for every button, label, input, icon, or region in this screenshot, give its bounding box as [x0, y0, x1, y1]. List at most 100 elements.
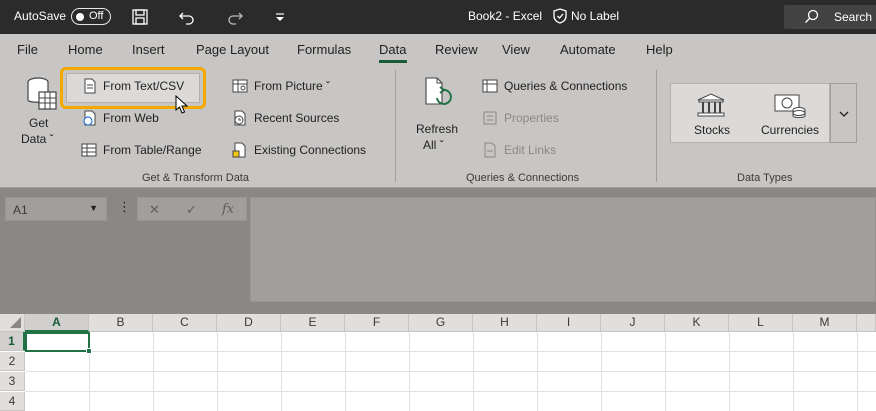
active-cell-a1[interactable]	[25, 332, 92, 354]
existing-connections-button[interactable]: Existing Connections	[231, 142, 371, 160]
autosave-label: AutoSave	[14, 9, 67, 23]
from-table-range-label: From Table/Range	[103, 143, 202, 157]
search-box[interactable]: Search	[784, 5, 876, 29]
database-icon	[27, 77, 57, 110]
tab-help[interactable]: Help	[646, 42, 673, 57]
from-text-csv-label: From Text/CSV	[103, 79, 185, 93]
chevron-down-icon: ▼	[89, 203, 98, 213]
row-header[interactable]: 1	[0, 332, 25, 351]
gridline	[217, 332, 218, 411]
name-box[interactable]: A1 ▼	[5, 197, 107, 221]
from-table-range-button[interactable]: From Table/Range	[80, 142, 205, 160]
gridline	[281, 332, 282, 411]
gridline	[793, 332, 794, 411]
fill-handle[interactable]	[86, 348, 92, 354]
currencies-button[interactable]: Currencies	[758, 92, 824, 140]
get-data-label-1: Get	[29, 116, 49, 130]
mouse-pointer-icon	[175, 95, 189, 114]
save-icon[interactable]	[130, 7, 150, 27]
column-header[interactable]: D	[217, 314, 281, 332]
from-web-button[interactable]: From Web	[80, 110, 180, 128]
sensitivity-label[interactable]: No Label	[553, 8, 620, 24]
tab-insert[interactable]: Insert	[132, 42, 165, 57]
web-icon	[83, 110, 96, 126]
gridline	[345, 332, 346, 411]
from-text-csv-button[interactable]: From Text/CSV	[80, 78, 200, 96]
column-header[interactable]: E	[281, 314, 345, 332]
column-header[interactable]: G	[409, 314, 473, 332]
window-title: Book2 - Excel	[468, 9, 543, 23]
tab-automate[interactable]: Automate	[560, 42, 616, 57]
picture-table-icon	[232, 79, 248, 93]
edit-links-button[interactable]: Edit Links	[481, 142, 571, 160]
column-header[interactable]: B	[89, 314, 153, 332]
name-box-value: A1	[13, 203, 28, 217]
tab-review[interactable]: Review	[435, 42, 478, 57]
enter-icon[interactable]: ✓	[186, 202, 197, 218]
row-header[interactable]: 3	[0, 372, 25, 391]
toggle-knob	[76, 12, 84, 21]
tab-data[interactable]: Data	[379, 42, 406, 57]
gridline	[601, 332, 602, 411]
title-bar: AutoSave Off Book2 - Excel No Label Sear…	[0, 0, 876, 34]
autosave-toggle[interactable]: Off	[71, 8, 111, 25]
shield-icon	[553, 8, 567, 24]
column-header[interactable]	[857, 314, 876, 332]
tab-page-layout[interactable]: Page Layout	[196, 42, 269, 57]
customize-quick-access-icon[interactable]	[270, 7, 290, 27]
row-header[interactable]: 2	[0, 352, 25, 371]
get-data-label-2: Data ˇ	[21, 132, 54, 146]
formula-bar-area: A1 ▼ ⋮ ✕ ✓ fx	[0, 188, 876, 314]
undo-icon[interactable]	[177, 7, 197, 27]
sensitivity-label-text: No Label	[571, 9, 620, 23]
ribbon: Get Data ˇ From Text/CSV From Web From T…	[0, 64, 876, 188]
from-web-label: From Web	[103, 111, 159, 125]
tab-formulas[interactable]: Formulas	[297, 42, 351, 57]
column-header[interactable]: J	[601, 314, 665, 332]
active-tab-indicator	[379, 60, 407, 63]
properties-button[interactable]: Properties	[481, 110, 571, 128]
select-all-button[interactable]	[0, 314, 25, 332]
search-icon	[805, 9, 819, 23]
column-header[interactable]: F	[345, 314, 409, 332]
group-label-queries: Queries & Connections	[466, 172, 580, 184]
worksheet-grid: A B C D E F G H I J K L M 1 2 3 4	[0, 314, 876, 411]
queries-connections-button[interactable]: Queries & Connections	[481, 78, 641, 96]
properties-icon	[483, 111, 497, 125]
column-header[interactable]: H	[473, 314, 537, 332]
column-header[interactable]: K	[665, 314, 729, 332]
stocks-button[interactable]: Stocks	[686, 92, 736, 140]
recent-sources-button[interactable]: Recent Sources	[231, 110, 341, 128]
queries-connections-label: Queries & Connections	[504, 79, 628, 93]
gridline	[537, 332, 538, 411]
column-header[interactable]: M	[793, 314, 857, 332]
table-icon	[81, 143, 97, 157]
gridline	[857, 332, 858, 411]
column-header[interactable]: A	[25, 314, 89, 332]
formula-input[interactable]	[250, 197, 876, 302]
tab-home[interactable]: Home	[68, 42, 103, 57]
autosave-state: Off	[89, 10, 104, 22]
tab-file[interactable]: File	[17, 42, 38, 57]
tab-view[interactable]: View	[502, 42, 530, 57]
gridline	[729, 332, 730, 411]
text-file-icon	[84, 78, 96, 94]
cancel-icon[interactable]: ✕	[149, 202, 160, 218]
data-types-expand-button[interactable]	[830, 83, 857, 143]
search-placeholder: Search	[834, 10, 873, 24]
column-header[interactable]: I	[537, 314, 601, 332]
insert-function-button[interactable]: fx	[222, 202, 234, 217]
more-options-icon[interactable]: ⋮	[118, 199, 131, 215]
row-header[interactable]: 4	[0, 392, 25, 411]
column-header[interactable]: C	[153, 314, 217, 332]
column-header[interactable]: L	[729, 314, 793, 332]
formula-buttons: ✕ ✓ fx	[137, 197, 247, 221]
redo-icon[interactable]	[225, 7, 245, 27]
get-data-button[interactable]: Get Data ˇ	[16, 76, 62, 152]
recent-sources-label: Recent Sources	[254, 111, 340, 125]
refresh-all-button[interactable]: Refresh All ˇ	[413, 76, 463, 154]
from-picture-button[interactable]: From Picture ˇ	[231, 78, 341, 96]
from-picture-label: From Picture ˇ	[254, 79, 331, 93]
edit-links-icon	[484, 142, 496, 158]
chevron-down-icon	[839, 111, 849, 117]
